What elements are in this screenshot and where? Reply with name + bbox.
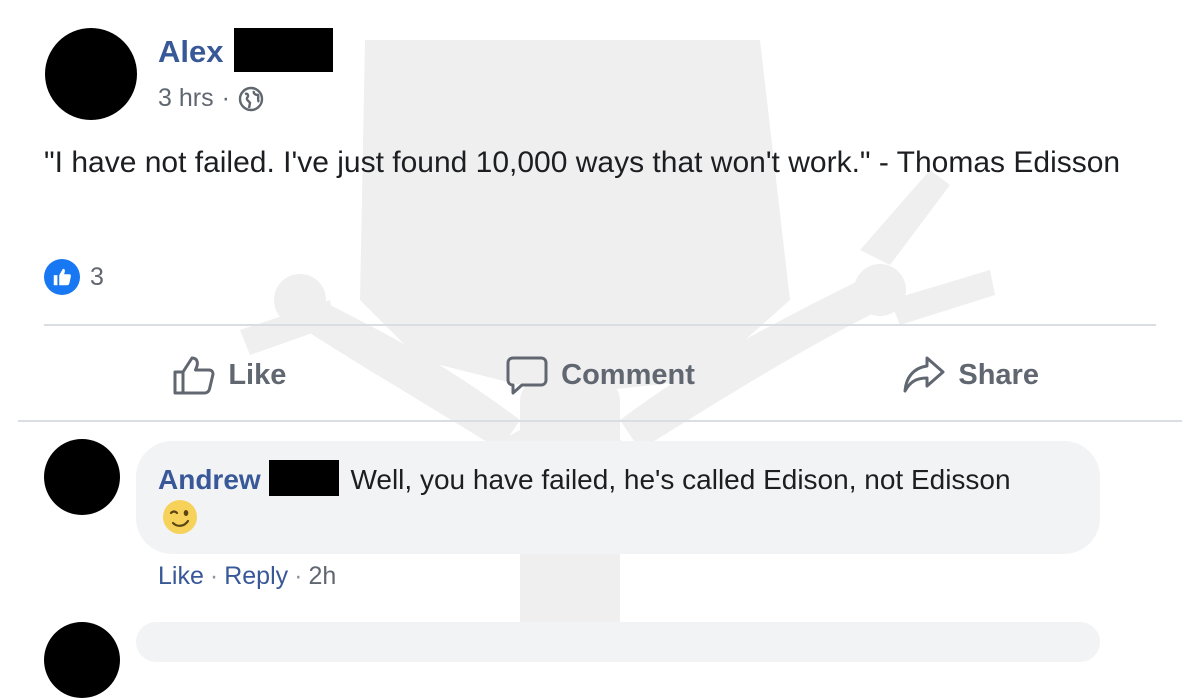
post-text: "I have not failed. I've just found 10,0… [44,146,1121,179]
share-arrow-icon [903,356,945,393]
comment-reply-link[interactable]: Reply [224,562,288,590]
next-comment-bubble [136,622,1100,662]
action-bar: Like Comment Share [44,345,1156,405]
thumbs-up-icon [173,356,215,395]
comment-label: Comment [561,358,695,391]
comment-separator: · [209,562,219,590]
author-name[interactable]: Alex [158,34,223,70]
comment-separator-2: · [294,562,303,590]
next-commenter-avatar[interactable] [44,622,120,698]
globe-icon[interactable] [238,86,264,112]
post-timestamp[interactable]: 3 hrs [158,84,214,113]
reaction-count: 3 [90,262,104,291]
comment-button[interactable]: Comment [415,345,786,405]
actions-divider [18,420,1182,422]
share-button[interactable]: Share [785,345,1156,405]
comment-like-link[interactable]: Like [158,562,204,590]
redacted-commenter-surname [268,460,339,496]
post-meta: 3 hrs · [158,84,264,113]
post-card: Alex 3 hrs · "I have not failed. I've ju… [0,0,1200,698]
comment-actions: Like · Reply · 2h [158,562,336,591]
comment-text: Well, you have failed, he's called Ediso… [350,464,1011,495]
author-avatar[interactable] [45,28,137,120]
wink-emoji-icon [163,500,197,534]
meta-separator: · [221,84,230,112]
like-label: Like [228,358,287,391]
comment-body: Andrew Well, you have failed, he's calle… [158,460,1058,537]
comment-timestamp[interactable]: 2h [308,562,336,590]
commenter-avatar[interactable] [44,439,120,515]
share-label: Share [958,358,1039,391]
like-button[interactable]: Like [44,345,415,405]
reactions-divider [44,324,1156,326]
speech-bubble-icon [506,356,548,395]
like-reaction-icon [44,259,80,295]
commenter-name[interactable]: Andrew [158,464,261,495]
redacted-surname [234,28,333,72]
reaction-summary[interactable]: 3 [44,259,104,295]
